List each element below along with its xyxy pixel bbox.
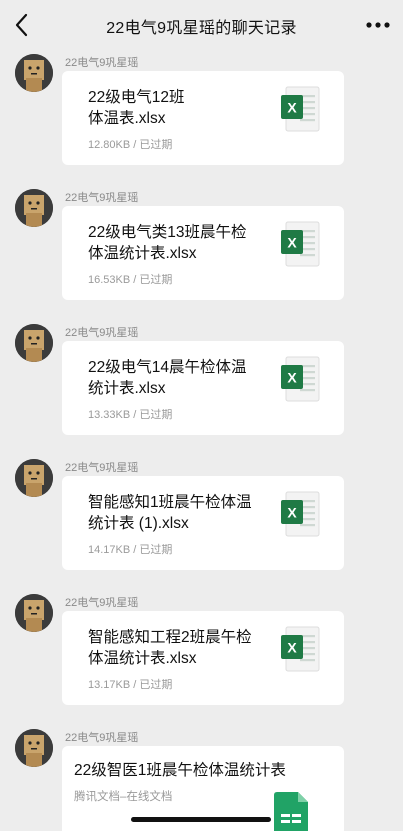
- excel-file-icon: X: [281, 221, 320, 267]
- chat-history-screen: 22电气9巩星瑶的聊天记录 22电气9巩星瑶 22级电气12班 体温表.xlsx: [0, 0, 403, 831]
- avatar[interactable]: [15, 729, 53, 767]
- sender-name: 22电气9巩星瑶: [65, 732, 139, 744]
- excel-file-icon: X: [281, 86, 320, 132]
- file-meta: 13.17KB / 已过期: [88, 679, 173, 691]
- excel-file-icon: X: [281, 626, 320, 672]
- file-name: 22级电气12班 体温表.xlsx: [88, 89, 185, 127]
- sender-name: 22电气9巩星瑶: [65, 57, 139, 69]
- file-name: 22级电气类13班晨午检 体温统计表.xlsx: [88, 224, 247, 262]
- file-card[interactable]: 22级电气14晨午检体温 统计表.xlsx 13.33KB / 已过期 X: [62, 341, 344, 435]
- more-button[interactable]: [363, 12, 393, 38]
- file-card[interactable]: 22级电气12班 体温表.xlsx 12.80KB / 已过期 X: [62, 71, 344, 165]
- file-meta: 16.53KB / 已过期: [88, 274, 173, 286]
- excel-file-icon: X: [281, 491, 320, 537]
- svg-text:X: X: [287, 640, 297, 656]
- avatar[interactable]: [15, 189, 53, 227]
- file-card[interactable]: 22级电气类13班晨午检 体温统计表.xlsx 16.53KB / 已过期 X: [62, 206, 344, 300]
- file-meta: 12.80KB / 已过期: [88, 139, 173, 151]
- file-meta: 13.33KB / 已过期: [88, 409, 173, 421]
- navigation-bar: 22电气9巩星瑶的聊天记录: [0, 0, 403, 50]
- file-card[interactable]: 智能感知1班晨午检体温 统计表 (1).xlsx 14.17KB / 已过期 X: [62, 476, 344, 570]
- more-icon: [366, 22, 390, 28]
- svg-text:X: X: [287, 235, 297, 251]
- svg-text:X: X: [287, 100, 297, 116]
- page-title: 22电气9巩星瑶的聊天记录: [106, 20, 297, 37]
- avatar[interactable]: [15, 594, 53, 632]
- svg-text:X: X: [287, 505, 297, 521]
- tencent-sheet-icon: [274, 792, 308, 831]
- back-button[interactable]: [8, 8, 38, 42]
- doc-source: 腾讯文档–在线文档: [74, 791, 173, 803]
- home-indicator[interactable]: [131, 817, 271, 822]
- file-name: 智能感知1班晨午检体温 统计表 (1).xlsx: [88, 494, 252, 532]
- file-meta: 14.17KB / 已过期: [88, 544, 173, 556]
- avatar[interactable]: [15, 459, 53, 497]
- sender-name: 22电气9巩星瑶: [65, 327, 139, 339]
- sender-name: 22电气9巩星瑶: [65, 192, 139, 204]
- svg-text:X: X: [287, 370, 297, 386]
- back-arrow-icon: [15, 13, 28, 37]
- doc-title: 22级智医1班晨午检体温统计表: [74, 762, 286, 779]
- file-name: 22级电气14晨午检体温 统计表.xlsx: [88, 359, 247, 397]
- sender-name: 22电气9巩星瑶: [65, 597, 139, 609]
- file-card[interactable]: 智能感知工程2班晨午检 体温统计表.xlsx 13.17KB / 已过期 X: [62, 611, 344, 705]
- avatar[interactable]: [15, 54, 53, 92]
- sender-name: 22电气9巩星瑶: [65, 462, 139, 474]
- avatar[interactable]: [15, 324, 53, 362]
- excel-file-icon: X: [281, 356, 320, 402]
- file-name: 智能感知工程2班晨午检 体温统计表.xlsx: [88, 629, 252, 667]
